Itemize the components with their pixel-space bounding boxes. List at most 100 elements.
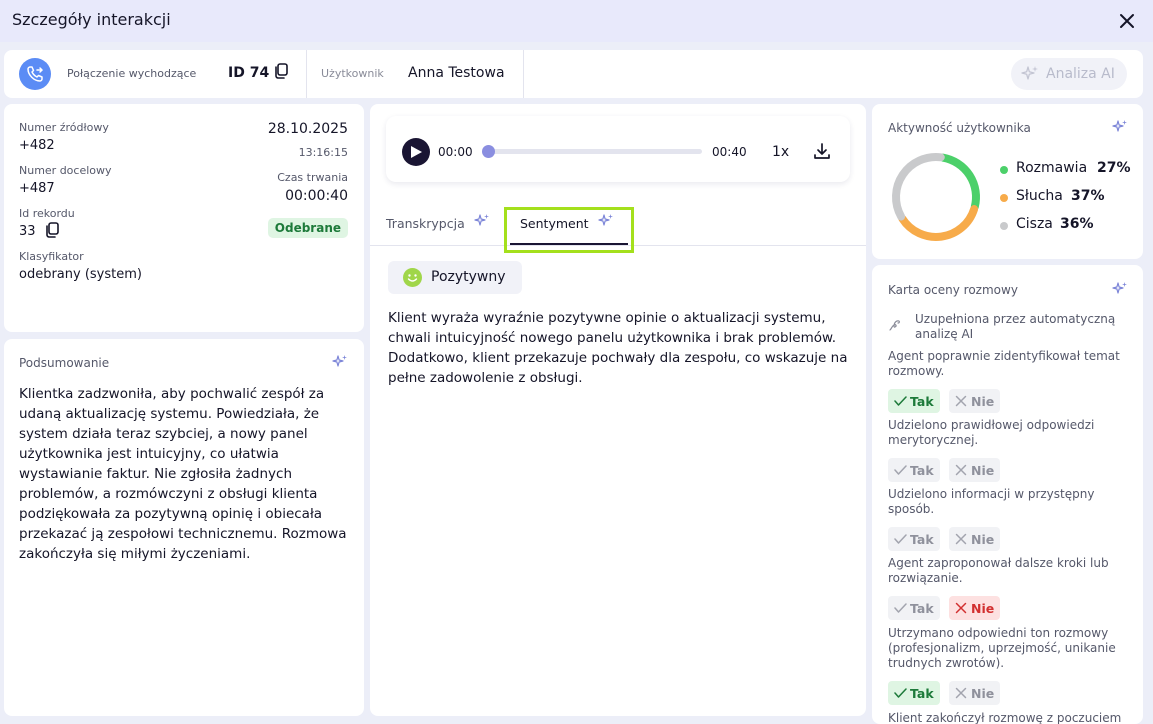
sentiment-chip: Pozytywny [388, 261, 522, 294]
check-icon [894, 465, 907, 475]
sparkle-icon [1112, 119, 1128, 139]
answer-yes-label: Tak [910, 686, 934, 701]
source-number-label: Numer źródłowy [19, 121, 109, 134]
answer-yes-button[interactable]: Tak [888, 389, 940, 413]
answer-no-label: Nie [971, 532, 995, 547]
legend-dot [1000, 222, 1008, 230]
scorecard-title: Karta oceny rozmowy [888, 283, 1018, 297]
ai-filled-text: Uzupełniona przez automatyczną analizę A… [915, 312, 1116, 341]
legend-name: Słucha [1016, 188, 1063, 204]
sentiment-text: Klient wyraża wyraźnie pozytywne opinie … [388, 310, 848, 386]
x-icon [955, 395, 967, 407]
interaction-detail-panel: 00:00 00:40 1x Transkrypcja Sentyment Po… [370, 104, 866, 716]
answer-yes-label: Tak [910, 394, 934, 409]
outgoing-call-icon [19, 58, 51, 90]
answer-no-label: Nie [971, 686, 995, 701]
dialog-titlebar: Szczegóły interakcji [0, 0, 1153, 42]
divider [523, 50, 524, 98]
answer-no-button[interactable]: Nie [949, 458, 1000, 482]
interaction-header: Połączenie wychodzące ID 74 Użytkownik A… [4, 50, 1143, 98]
donut-segment-0 [939, 153, 980, 211]
record-id-label: Id rekordu [19, 207, 75, 220]
sentiment-label: Pozytywny [431, 269, 506, 285]
download-icon[interactable] [813, 142, 831, 164]
call-info-card: Numer źródłowy +482 Numer docelowy +487 … [4, 104, 364, 332]
answer-yes-button[interactable]: Tak [888, 458, 940, 482]
total-time: 00:40 [712, 145, 747, 159]
classifier-value: odebrany (system) [19, 267, 142, 282]
summary-text: Klientka zadzwoniła, aby pochwalić zespó… [19, 386, 347, 562]
sparkle-icon [598, 213, 614, 233]
play-button[interactable] [402, 138, 430, 166]
legend-percent: 37% [1071, 188, 1105, 204]
answer-yes-button[interactable]: Tak [888, 681, 940, 705]
call-id: ID 74 [228, 65, 270, 81]
progress-handle[interactable] [482, 145, 495, 158]
ai-analysis-button[interactable]: Analiza AI [1011, 58, 1127, 90]
check-icon [894, 396, 907, 406]
record-id-value: 33 [19, 224, 36, 239]
answer-yes-label: Tak [910, 463, 934, 478]
divider [306, 50, 307, 98]
summary-title: Podsumowanie [19, 356, 110, 370]
user-activity-card: Aktywność użytkownika Rozmawia 27% Słuch… [872, 104, 1143, 259]
x-icon [955, 602, 967, 614]
answer-no-button[interactable]: Nie [949, 681, 1000, 705]
scorecard-question: Agent zaproponował dalsze kroki lub rozw… [888, 556, 1109, 585]
x-icon [955, 687, 967, 699]
answer-no-button[interactable]: Nie [949, 527, 1000, 551]
close-icon[interactable] [1117, 11, 1137, 31]
status-badge: Odebrane [267, 218, 348, 238]
answer-no-button[interactable]: Nie [949, 596, 1000, 620]
sparkle-icon [332, 354, 348, 374]
tab-transcription[interactable]: Transkrypcja [386, 216, 465, 231]
donut-segment-1 [898, 205, 979, 241]
user-label: Użytkownik [321, 67, 384, 80]
answer-yes-label: Tak [910, 532, 934, 547]
call-scorecard: Karta oceny rozmowy Uzupełniona przez au… [872, 265, 1143, 724]
answer-no-label: Nie [971, 463, 995, 478]
activity-donut-chart [892, 153, 980, 241]
legend-name: Rozmawia [1016, 160, 1088, 176]
answer-yes-button[interactable]: Tak [888, 527, 940, 551]
scorecard-question: Udzielono informacji w przystępny sposób… [888, 487, 1095, 516]
answer-no-label: Nie [971, 394, 995, 409]
call-time: 13:16:15 [298, 146, 348, 159]
destination-number-value: +487 [19, 181, 55, 196]
scorecard-question: Agent poprawnie zidentyfikował temat roz… [888, 349, 1120, 378]
copy-icon[interactable] [45, 222, 59, 242]
copy-icon[interactable] [274, 63, 288, 83]
ai-analysis-label: Analiza AI [1046, 66, 1115, 82]
legend-percent: 36% [1060, 216, 1094, 232]
user-name: Anna Testowa [408, 65, 505, 81]
answer-no-button[interactable]: Nie [949, 389, 1000, 413]
legend-dot [1000, 194, 1008, 202]
destination-number-label: Numer docelowy [19, 164, 112, 177]
smile-icon [403, 268, 422, 287]
answer-yes-label: Tak [910, 601, 934, 616]
check-icon [894, 688, 907, 698]
x-icon [955, 464, 967, 476]
progress-track[interactable] [486, 149, 702, 154]
sparkle-icon [1021, 66, 1038, 80]
scorecard-question: Udzielono prawidłowej odpowiedzi merytor… [888, 418, 1095, 447]
answer-no-label: Nie [971, 601, 995, 616]
donut-segment-2 [892, 153, 945, 221]
active-tab-indicator [510, 243, 628, 245]
playback-speed-button[interactable]: 1x [772, 144, 789, 160]
play-icon [411, 146, 422, 158]
duration-label: Czas trwania [277, 171, 348, 184]
source-number-value: +482 [19, 138, 55, 153]
dialog-title: Szczegóły interakcji [12, 10, 171, 29]
scorecard-question: Utrzymano odpowiedni ton rozmowy (profes… [888, 626, 1116, 670]
tab-sentiment[interactable]: Sentyment [520, 216, 589, 231]
answer-yes-button[interactable]: Tak [888, 596, 940, 620]
sparkle-icon [474, 213, 490, 233]
current-time: 00:00 [438, 145, 473, 159]
call-date: 28.10.2025 [267, 121, 348, 137]
legend-dot [1000, 166, 1008, 174]
legend-percent: 27% [1097, 160, 1131, 176]
wand-icon [889, 320, 900, 331]
call-type-label: Połączenie wychodzące [67, 67, 197, 80]
sparkle-icon [1112, 281, 1128, 301]
